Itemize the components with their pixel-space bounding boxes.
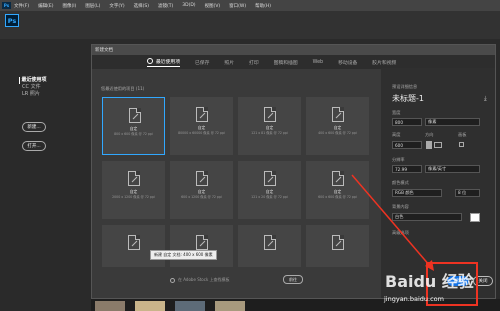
save-preset-icon[interactable]: ⤓ xyxy=(484,95,487,103)
preset-card[interactable] xyxy=(102,225,165,267)
document-icon xyxy=(196,171,208,186)
nav-cc-files[interactable]: CC 文件 xyxy=(22,84,47,91)
document-icon xyxy=(332,107,344,122)
home-left-nav: 最近使用项 CC 文件 LR 照片 xyxy=(18,77,47,98)
resolution-unit-select[interactable]: 像素/英寸 xyxy=(425,165,480,173)
document-icon xyxy=(129,108,141,123)
background-color-swatch[interactable] xyxy=(470,213,480,222)
menu-window[interactable]: 窗口(W) xyxy=(229,3,246,9)
color-mode-label: 颜色模式 xyxy=(392,180,409,185)
preset-tooltip: 新建 自定 文档: 400 x 600 像素 xyxy=(150,250,217,260)
color-mode-select[interactable]: RGB 颜色 xyxy=(392,189,442,197)
orientation-label: 方向 xyxy=(425,132,434,137)
preset-card[interactable]: 自定 121 x 81 像素 @ 72 ppi xyxy=(238,97,301,155)
home-header xyxy=(0,11,500,39)
baidu-watermark: Baidu 经验 xyxy=(385,272,474,291)
width-unit-select[interactable]: 像素 xyxy=(425,118,480,126)
tab-mobile[interactable]: 移动设备 xyxy=(338,59,357,66)
width-input[interactable]: 800 xyxy=(392,118,422,126)
tab-art-illustration[interactable]: 图稿和插图 xyxy=(274,59,298,66)
preset-tabs: 最近使用项 已保存 照片 打印 图稿和插图 Web 移动设备 胶片和视频 xyxy=(92,55,495,69)
open-button[interactable]: 打开... xyxy=(22,141,46,151)
document-icon xyxy=(196,235,208,250)
preset-card[interactable]: 自定 80000 x 60000 像素 @ 72 ppi xyxy=(170,97,233,155)
height-input[interactable]: 600 xyxy=(392,141,422,149)
document-icon xyxy=(264,171,276,186)
preset-card[interactable] xyxy=(306,225,369,267)
menu-layer[interactable]: 图层(L) xyxy=(85,3,100,9)
search-icon xyxy=(170,277,175,283)
width-label: 宽度 xyxy=(392,110,401,115)
artboard-label: 画板 xyxy=(458,132,467,137)
tab-recent[interactable]: 最近使用项 xyxy=(147,57,180,67)
stock-thumbnail[interactable] xyxy=(95,301,125,311)
dialog-title: 新建文档 xyxy=(92,45,495,55)
background-label: 背景内容 xyxy=(392,204,409,209)
menu-view[interactable]: 视图(V) xyxy=(205,3,221,9)
document-icon xyxy=(264,107,276,122)
document-icon xyxy=(332,235,344,250)
background-select[interactable]: 白色 xyxy=(392,213,462,221)
tab-web[interactable]: Web xyxy=(313,60,323,65)
tab-saved[interactable]: 已保存 xyxy=(195,59,209,66)
document-name[interactable]: 未标题-1 xyxy=(392,93,424,104)
menu-select[interactable]: 选择(S) xyxy=(134,3,149,9)
go-button[interactable]: 前往 xyxy=(283,275,303,284)
stock-thumbnail[interactable] xyxy=(175,301,205,311)
nav-lr-photos[interactable]: LR 照片 xyxy=(22,91,47,98)
menu-bar: Ps 文件(F) 编辑(E) 图像(I) 图层(L) 文字(Y) 选择(S) 滤… xyxy=(0,0,500,11)
menu-image[interactable]: 图像(I) xyxy=(62,3,76,9)
resolution-input[interactable]: 72.99 xyxy=(392,165,422,173)
landscape-orientation-icon[interactable] xyxy=(434,142,442,148)
menu-edit[interactable]: 编辑(E) xyxy=(38,3,53,9)
menu-help[interactable]: 帮助(H) xyxy=(255,3,271,9)
tab-print[interactable]: 打印 xyxy=(249,59,259,66)
menu-type[interactable]: 文字(Y) xyxy=(109,3,124,9)
height-label: 高度 xyxy=(392,132,401,137)
preset-card[interactable]: 自定 2000 x 1200 像素 @ 72 ppi xyxy=(102,161,165,219)
stock-thumbnail[interactable] xyxy=(135,301,165,311)
tab-film-video[interactable]: 胶片和视频 xyxy=(372,59,396,66)
bit-depth-select[interactable]: 8 位 xyxy=(455,189,480,197)
details-heading: 预设详细信息 xyxy=(392,84,418,89)
document-icon xyxy=(128,171,140,186)
preset-card[interactable]: 自定 800 x 600 像素 @ 72 ppi xyxy=(102,97,165,155)
preset-card[interactable] xyxy=(170,225,233,267)
artboard-checkbox[interactable] xyxy=(459,142,464,147)
menu-filter[interactable]: 滤镜(T) xyxy=(158,3,173,9)
ps-logo-small: Ps xyxy=(2,2,11,9)
menu-3d[interactable]: 3D(D) xyxy=(182,3,195,8)
preset-card[interactable]: 自定 600 x 600 像素 @ 72 ppi xyxy=(306,161,369,219)
portrait-orientation-icon[interactable] xyxy=(426,141,432,149)
stock-search[interactable]: 在 Adobe Stock 上查找模板 xyxy=(170,276,280,284)
baidu-watermark-url: jingyan.baidu.com xyxy=(384,295,444,303)
stock-thumbnail[interactable] xyxy=(215,301,245,311)
photoshop-logo: Ps xyxy=(5,14,19,27)
preset-card[interactable] xyxy=(238,225,301,267)
recent-heading: 您最近使用的项目 (11) xyxy=(101,86,145,91)
advanced-options-toggle[interactable]: 高级选项 xyxy=(392,230,409,236)
stock-search-placeholder: 在 Adobe Stock 上查找模板 xyxy=(178,277,230,282)
document-icon xyxy=(196,107,208,122)
document-icon xyxy=(264,235,276,250)
menu-file[interactable]: 文件(F) xyxy=(14,3,29,9)
preset-card[interactable]: 自定 600 x 1200 像素 @ 72 ppi xyxy=(170,161,233,219)
document-icon xyxy=(332,171,344,186)
preset-card[interactable]: 自定 121 x 20 像素 @ 72 ppi xyxy=(238,161,301,219)
preset-card[interactable]: 自定 400 x 600 像素 @ 72 ppi xyxy=(306,97,369,155)
clock-icon xyxy=(147,57,153,64)
nav-recent[interactable]: 最近使用项 xyxy=(18,77,47,84)
resolution-label: 分辨率 xyxy=(392,157,405,162)
new-button[interactable]: 新建... xyxy=(22,122,46,132)
document-icon xyxy=(128,235,140,250)
tab-photo[interactable]: 照片 xyxy=(224,59,234,66)
